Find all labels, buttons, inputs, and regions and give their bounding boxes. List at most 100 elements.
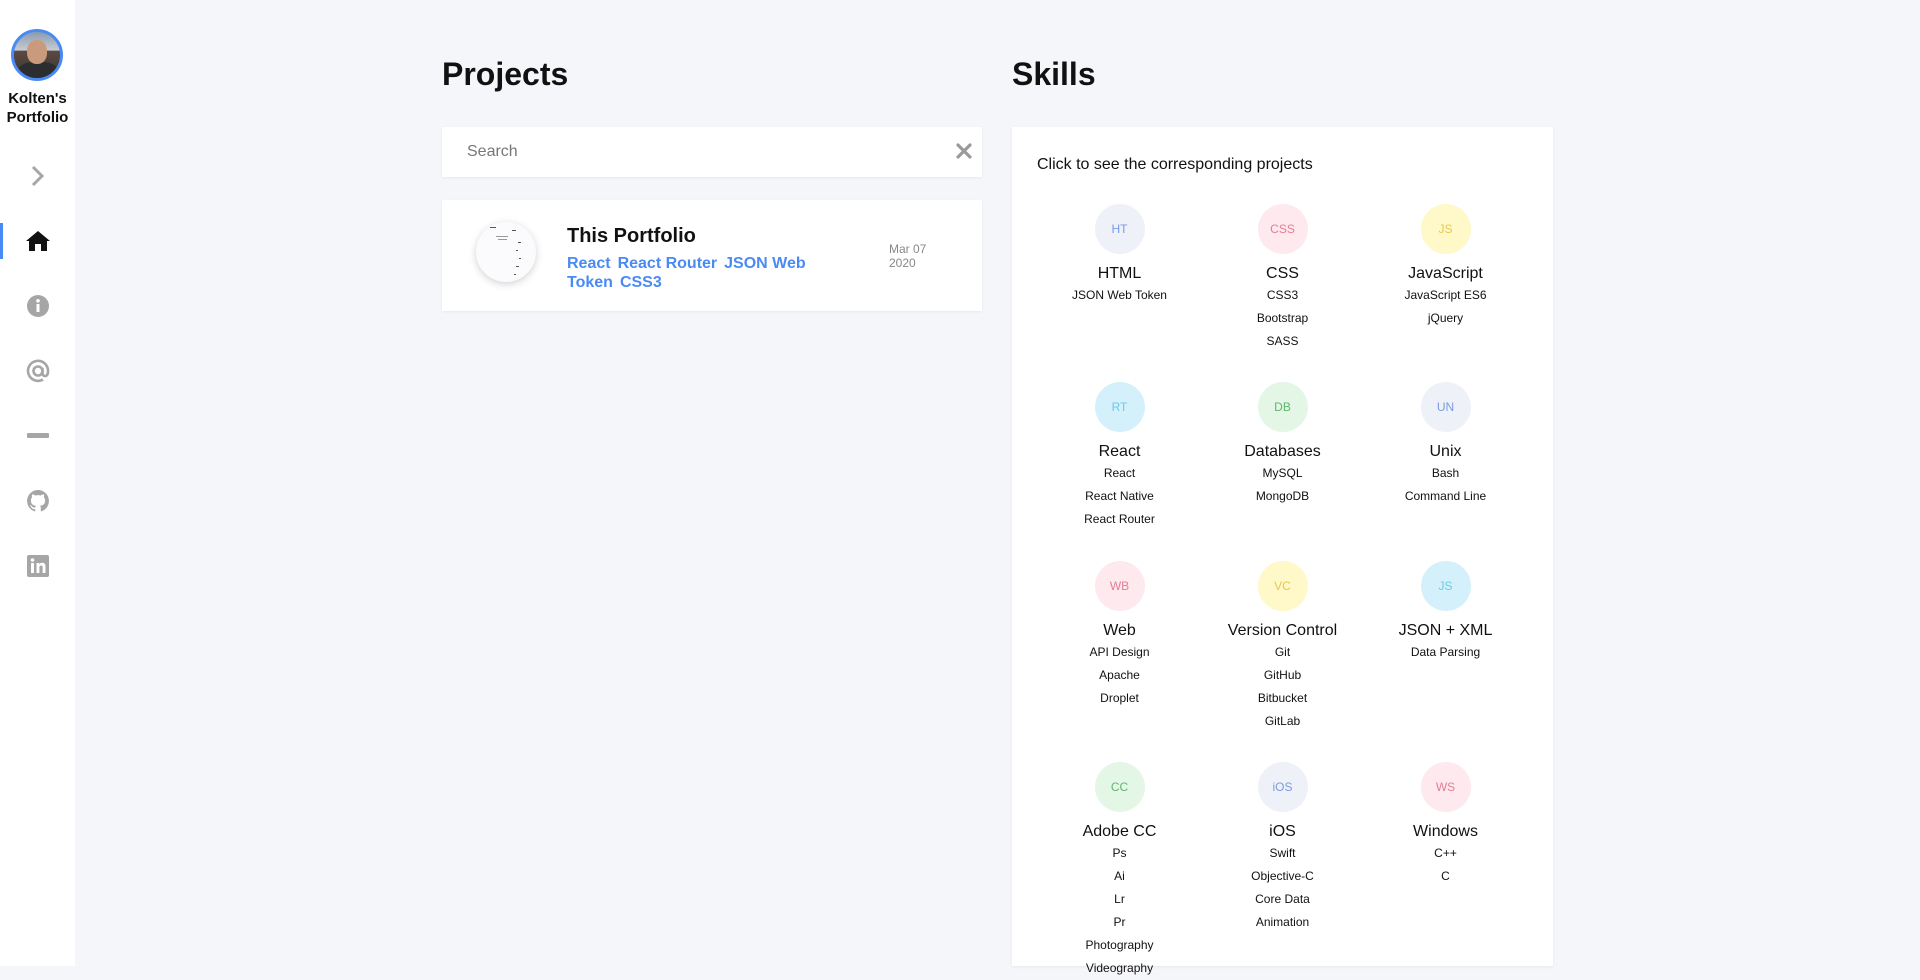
skill-tile[interactable]: VC Version Control Git GitHub Bitbucket GitLa… [1201,561,1364,733]
skill-subitem: Ps [1112,846,1127,860]
nav-expand-button[interactable] [0,156,75,196]
skill-name[interactable]: iOS [1201,822,1364,842]
project-tag-link[interactable]: React [567,255,611,272]
skill-name[interactable]: Web [1038,621,1201,641]
skill-subitem: GitHub [1263,668,1302,682]
search-input[interactable] [442,127,947,177]
skill-subitem: Bootstrap [1256,311,1309,325]
skill-name[interactable]: Unix [1364,442,1527,462]
skill-tile[interactable]: JS JavaScript JavaScript ES6 jQuery [1364,204,1527,330]
skill-subitem: Videography [1085,961,1154,975]
skill-badge[interactable]: WB [1094,561,1145,611]
skill-subitem: Pr [1113,915,1126,929]
avatar-face [27,40,47,64]
skill-subitem: C [1441,869,1450,883]
project-card[interactable]: This Portfolio React React Router JSON Web… [442,200,982,311]
nav-contact[interactable] [0,351,75,391]
skill-tile[interactable]: WB Web API Design Apache Droplet [1038,561,1201,710]
avatar-shirt [18,62,58,78]
brand-title[interactable]: Kolten's Portfolio [0,89,75,127]
project-thumbnail [476,222,536,282]
skill-name[interactable]: React [1038,442,1201,462]
project-tag-link[interactable]: React Router [618,255,718,272]
skill-subitem: Apache [1099,668,1140,682]
at-icon [26,359,49,383]
project-date-year: 2020 [889,256,916,270]
chevron-right-icon [31,165,44,187]
sidebar: Kolten's Portfolio [0,0,75,966]
skill-badge[interactable]: HT [1094,204,1145,254]
skill-tile[interactable]: DB Databases MySQL MongoDB [1201,382,1364,508]
skill-subitem: Photography [1085,938,1154,952]
skill-tile[interactable]: JS JSON + XML Data Parsing [1364,561,1527,664]
skill-subitem: Swift [1269,846,1296,860]
skill-badge[interactable]: VC [1257,561,1308,611]
skill-tile[interactable]: UN Unix Bash Command Line [1364,382,1527,508]
skill-name[interactable]: Adobe CC [1038,822,1201,842]
project-tag-link[interactable]: CSS3 [620,274,662,291]
skills-hint: Click to see the corresponding projects [1037,156,1313,173]
skill-badge[interactable]: JS [1420,561,1471,611]
skill-name[interactable]: Version Control [1201,621,1364,641]
nav-about[interactable] [0,286,75,326]
skill-name[interactable]: HTML [1038,264,1201,284]
skill-subitem: GitLab [1264,714,1301,728]
minus-icon [26,433,49,438]
skill-tile[interactable]: HT HTML JSON Web Token [1038,204,1201,307]
skill-name[interactable]: Windows [1364,822,1527,842]
skill-subitem: Bitbucket [1257,691,1308,705]
nav-home[interactable] [0,221,75,261]
skill-tile[interactable]: iOS iOS Swift Objective-C Core Data Animation [1201,762,1364,934]
project-date-month-day: Mar 07 [889,242,927,256]
skill-tile[interactable]: RT React React React Native React Router [1038,382,1201,531]
skill-subitem: Lr [1114,892,1125,906]
avatar[interactable] [11,29,63,81]
skill-subitem: C++ [1434,846,1457,860]
skill-subitem: Droplet [1100,691,1139,705]
project-date: Mar 07 2020 [889,242,926,270]
project-search [442,127,982,177]
skill-subitem: Core Data [1255,892,1310,906]
skills-panel: Click to see the corresponding projects … [1012,127,1553,975]
info-icon [26,295,49,317]
skill-subitem: SASS [1266,334,1299,348]
skill-badge[interactable]: RT [1094,382,1145,432]
skill-subitem: Bash [1431,466,1460,480]
github-icon [26,490,49,512]
skill-badge[interactable]: JS [1420,204,1471,254]
nav-github[interactable] [0,481,75,521]
skill-badge[interactable]: iOS [1257,762,1308,812]
skill-subitem: Git [1274,645,1291,659]
skill-subitem: MySQL [1262,466,1303,480]
skill-name[interactable]: CSS [1201,264,1364,284]
skill-subitem: Command Line [1404,489,1487,503]
skill-tile[interactable]: CSS CSS CSS3 Bootstrap SASS [1201,204,1364,353]
skill-subitem: React Native [1085,489,1154,503]
home-icon [25,231,50,251]
skill-subitem: Data Parsing [1410,645,1481,659]
nav-divider [0,416,75,456]
skill-badge[interactable]: CSS [1257,204,1308,254]
skill-badge[interactable]: UN [1420,382,1471,432]
skill-subitem: Ai [1114,869,1125,883]
skill-name[interactable]: JSON + XML [1364,621,1527,641]
projects-heading: Projects [442,56,569,92]
close-icon[interactable] [956,143,972,159]
skill-badge[interactable]: CC [1094,762,1145,812]
skill-tile[interactable]: CC Adobe CC Ps Ai Lr Pr Photography Videography [1038,762,1201,980]
nav-linkedin[interactable] [0,546,75,586]
skills-heading: Skills [1012,56,1096,92]
skill-badge[interactable]: DB [1257,382,1308,432]
project-tags: React React Router JSON Web Token CSS3 [567,254,887,292]
skill-name[interactable]: Databases [1201,442,1364,462]
project-title[interactable]: This Portfolio [567,225,696,248]
skill-badge[interactable]: WS [1420,762,1471,812]
skill-tile[interactable]: WS Windows C++ C [1364,762,1527,888]
skill-subitem: MongoDB [1255,489,1310,503]
linkedin-icon [26,555,49,577]
skill-subitem: Objective-C [1251,869,1314,883]
skill-subitem: React [1103,466,1136,480]
skill-name[interactable]: JavaScript [1364,264,1527,284]
skill-subitem: jQuery [1427,311,1464,325]
skill-subitem: JSON Web Token [1072,288,1167,302]
